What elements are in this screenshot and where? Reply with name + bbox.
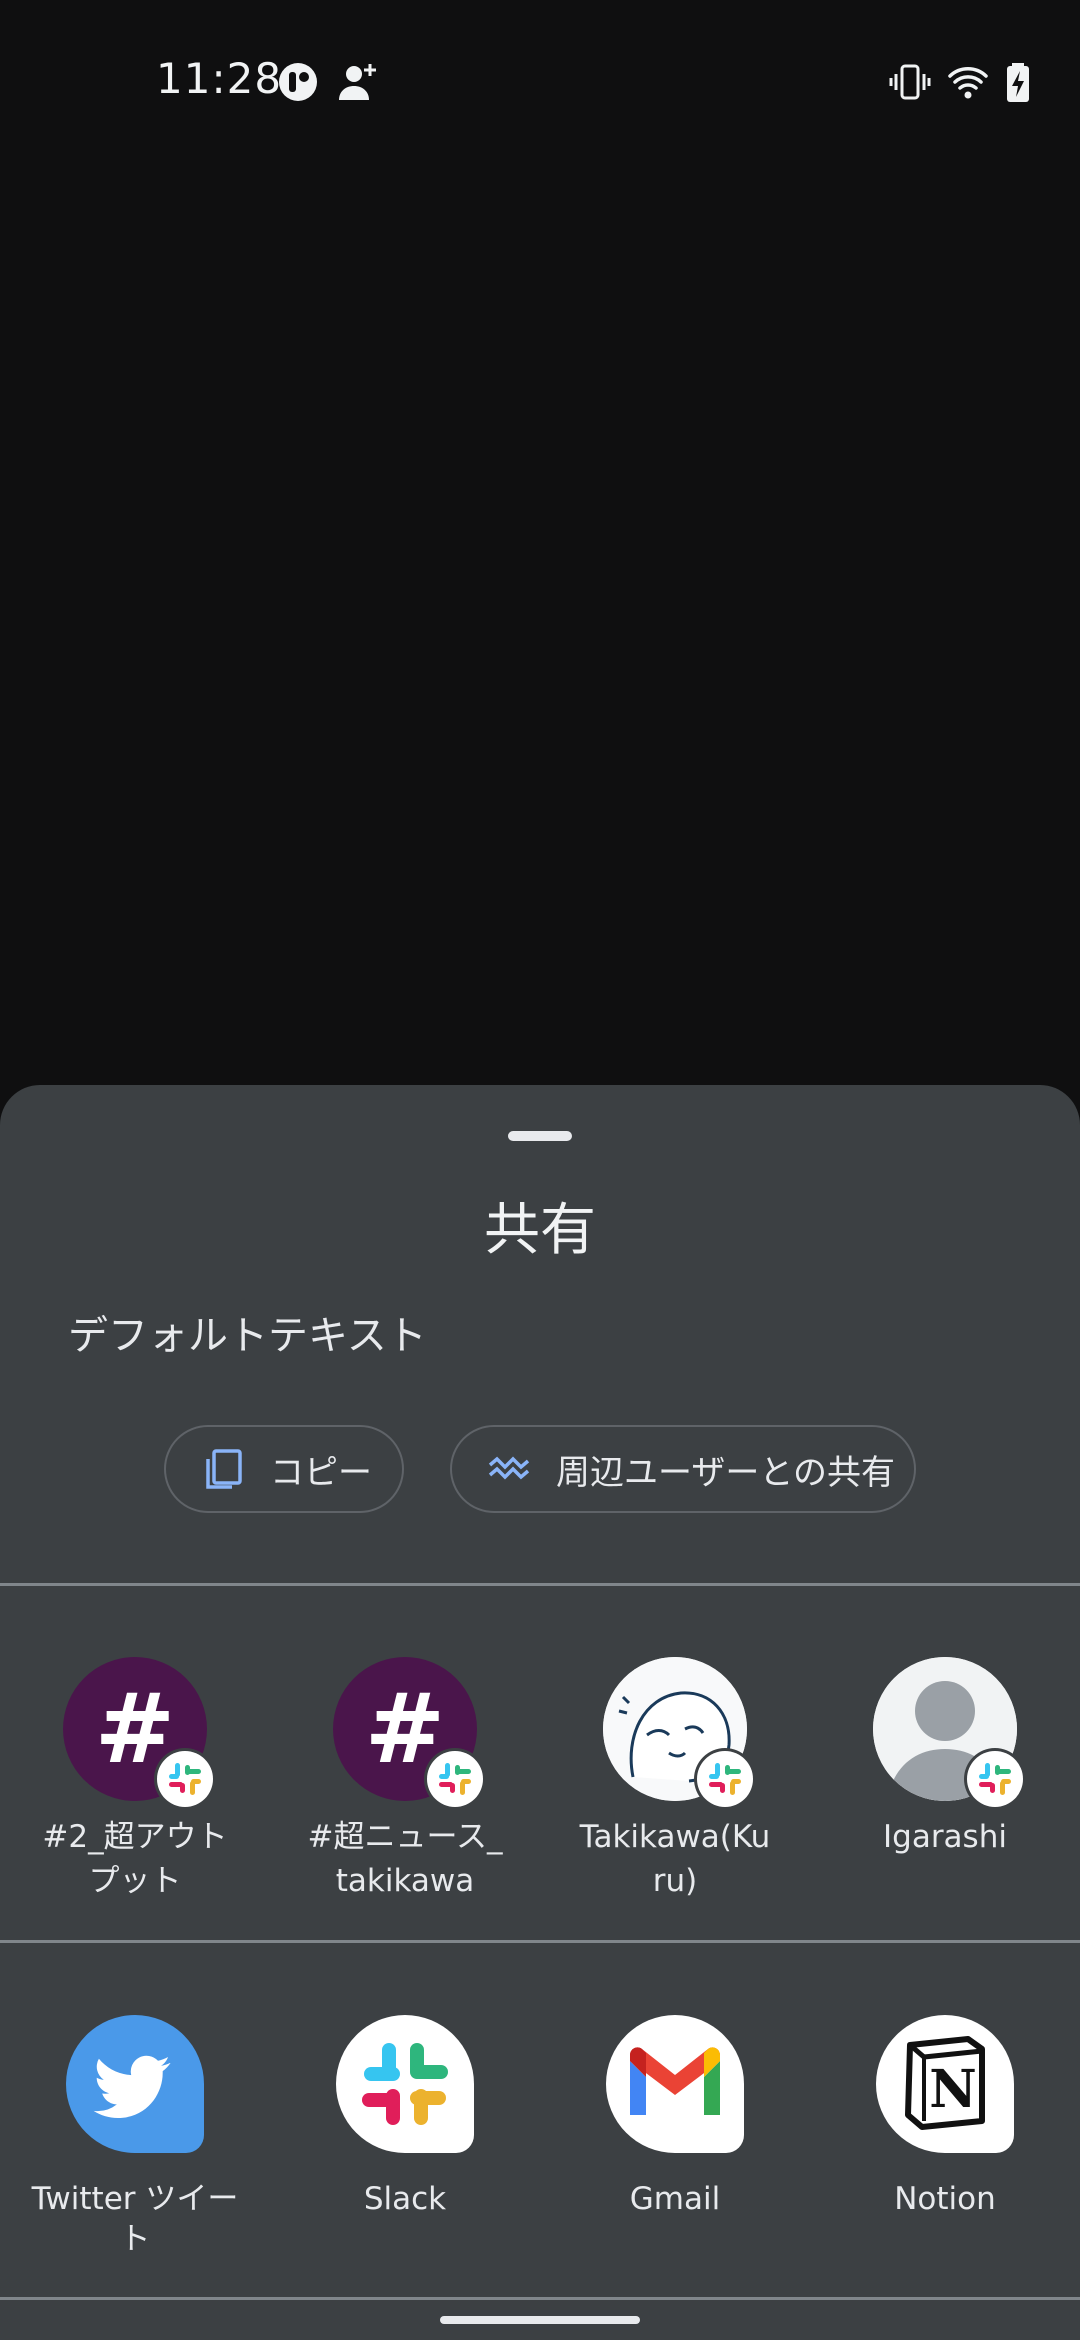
slack-icon — [336, 2015, 474, 2153]
app-label: Gmail — [629, 2181, 721, 2217]
app-twitter[interactable]: Twitter ツイート — [0, 2015, 270, 2259]
add-person-icon — [336, 60, 380, 104]
svg-text:N: N — [929, 2059, 977, 2120]
nearby-share-label: 周辺ユーザーとの共有 — [556, 1452, 895, 1493]
gmail-icon — [606, 2015, 744, 2153]
divider — [0, 2297, 1080, 2300]
sheet-title: 共有 — [484, 1198, 596, 1263]
direct-share-target[interactable]: # #超ニュース_takikawa — [270, 1657, 540, 1903]
direct-share-target[interactable]: Igarashi — [810, 1657, 1080, 1859]
slack-icon — [157, 1751, 213, 1807]
app-notification-icon — [276, 60, 320, 104]
screen: 11:28 共有 デフォルトテキスト コピー 周辺ユーザーとの共有 # #2_超… — [0, 0, 1080, 2340]
notion-icon: N — [876, 2015, 1014, 2153]
app-slack[interactable]: Slack — [270, 2015, 540, 2219]
gesture-nav-bar[interactable] — [440, 2316, 640, 2324]
slack-icon — [427, 1751, 483, 1807]
drag-handle[interactable] — [508, 1131, 572, 1141]
copy-button[interactable]: コピー — [164, 1425, 404, 1513]
nearby-share-icon — [486, 1445, 534, 1493]
direct-share-label: Takikawa(Kuru) — [579, 1819, 771, 1899]
direct-share-label: Igarashi — [883, 1819, 1007, 1855]
direct-share-label: #超ニュース_takikawa — [307, 1819, 503, 1899]
app-gmail[interactable]: Gmail — [540, 2015, 810, 2219]
battery-charging-icon — [996, 60, 1040, 104]
divider — [0, 1583, 1080, 1586]
copy-button-label: コピー — [270, 1452, 372, 1493]
app-label: Notion — [894, 2181, 996, 2217]
app-label: Slack — [363, 2181, 447, 2217]
nearby-share-button[interactable]: 周辺ユーザーとの共有 — [450, 1425, 916, 1513]
preview-text: デフォルトテキスト — [68, 1313, 427, 1359]
direct-share-target[interactable]: Takikawa(Kuru) — [540, 1657, 810, 1903]
copy-icon — [200, 1445, 248, 1493]
status-time: 11:28 — [156, 54, 283, 103]
share-sheet: 共有 デフォルトテキスト コピー 周辺ユーザーとの共有 # #2_超アウトプット — [0, 1085, 1080, 2340]
wifi-icon — [946, 60, 990, 104]
app-label: Twitter ツイート — [31, 2181, 239, 2257]
divider — [0, 1940, 1080, 1943]
app-notion[interactable]: N Notion — [810, 2015, 1080, 2219]
direct-share-target[interactable]: # #2_超アウトプット — [0, 1657, 270, 1903]
vibrate-icon — [888, 60, 932, 104]
status-bar: 11:28 — [0, 0, 1080, 160]
slack-icon — [967, 1751, 1023, 1807]
direct-share-label: #2_超アウトプット — [42, 1819, 228, 1899]
slack-icon — [697, 1751, 753, 1807]
twitter-icon — [66, 2015, 204, 2153]
